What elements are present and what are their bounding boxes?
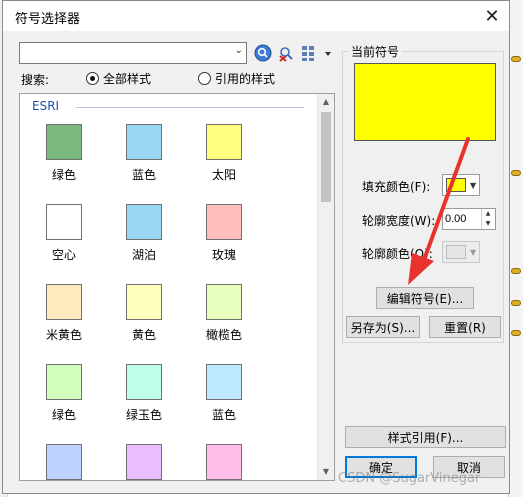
radio-indicator[interactable] [198, 72, 211, 85]
spin-down-icon[interactable]: ▼ [481, 219, 494, 229]
symbol-label: 黄色 [131, 328, 156, 342]
symbol-swatch [206, 124, 242, 160]
chevron-down-icon[interactable]: ▼ [470, 181, 476, 190]
symbol-swatch [206, 444, 242, 480]
watermark: CSDN @SugarVinegar [338, 471, 481, 486]
symbol-preview [354, 63, 496, 141]
outline-width-input[interactable] [443, 209, 481, 229]
current-symbol-title: 当前符号 [348, 43, 403, 60]
fill-color-swatch [446, 178, 466, 192]
fill-color-picker[interactable]: ▼ [442, 174, 480, 196]
outline-color-picker[interactable]: ▼ [442, 241, 480, 263]
symbol-gallery[interactable]: ESRI 绿色 蓝色 太阳 空心 湖泊 玫瑰 米黄色 黄色 橄榄色 绿色 绿玉色… [19, 93, 335, 481]
symbol-swatch [126, 444, 162, 480]
symbol-item[interactable] [24, 444, 104, 480]
symbol-swatch [206, 284, 242, 320]
symbol-item[interactable]: 蓝色 [104, 124, 184, 200]
outline-color-label: 轮廓颜色(O): [362, 247, 433, 261]
symbol-item[interactable]: 绿色 [24, 364, 104, 440]
symbol-swatch [206, 204, 242, 240]
symbol-label: 绿色 [51, 408, 76, 422]
symbol-item[interactable] [104, 444, 184, 480]
view-options-icon[interactable] [301, 45, 337, 61]
search-combo[interactable]: ⌄ [19, 42, 247, 64]
symbol-label: 湖泊 [131, 248, 156, 262]
symbol-item[interactable]: 米黄色 [24, 284, 104, 360]
symbol-item[interactable]: 绿色 [24, 124, 104, 200]
radio-all-styles[interactable]: 全部样式 [86, 70, 151, 87]
symbol-label: 绿玉色 [125, 408, 162, 422]
symbol-swatch [46, 204, 82, 240]
search-label: 搜索: [21, 73, 50, 87]
dialog-title: 符号选择器 [15, 12, 81, 27]
symbol-label: 米黄色 [45, 328, 82, 342]
symbol-swatch [206, 364, 242, 400]
outline-width-stepper[interactable]: ▲ ▼ [442, 208, 496, 230]
symbol-label: 玫瑰 [211, 248, 236, 262]
layer-icon [511, 330, 521, 336]
group-divider [76, 107, 304, 108]
symbol-swatch [46, 444, 82, 480]
vertical-scrollbar[interactable]: ▲ ▼ [317, 94, 334, 480]
symbol-item[interactable]: 黄色 [104, 284, 184, 360]
symbol-label: 太阳 [211, 168, 236, 182]
close-icon: ✕ [484, 6, 500, 26]
symbol-label: 绿色 [51, 168, 76, 182]
style-references-button[interactable]: 样式引用(F)... [345, 426, 506, 448]
symbol-swatch [46, 364, 82, 400]
symbol-item[interactable]: 蓝色 [184, 364, 264, 440]
symbol-label: 橄榄色 [205, 328, 242, 342]
symbol-swatch [126, 364, 162, 400]
radio-all-styles-label: 全部样式 [103, 72, 152, 86]
symbol-item[interactable]: 湖泊 [104, 204, 184, 280]
search-icon[interactable] [254, 44, 272, 62]
symbol-item[interactable]: 绿玉色 [104, 364, 184, 440]
background-app-right [508, 0, 523, 497]
symbol-label: 蓝色 [131, 168, 156, 182]
fill-color-label: 填充颜色(F): [362, 180, 431, 194]
symbol-item[interactable] [184, 444, 264, 480]
symbol-swatch [126, 204, 162, 240]
outline-color-swatch [446, 245, 466, 259]
symbol-item[interactable]: 玫瑰 [184, 204, 264, 280]
scroll-down-arrow-icon[interactable]: ▼ [318, 464, 334, 480]
scroll-up-arrow-icon[interactable]: ▲ [318, 94, 334, 110]
symbol-item[interactable]: 橄榄色 [184, 284, 264, 360]
symbol-swatch [126, 124, 162, 160]
close-button[interactable]: ✕ [481, 5, 503, 27]
spin-up-icon[interactable]: ▲ [481, 209, 494, 219]
scroll-thumb[interactable] [321, 112, 331, 202]
layer-icon [511, 268, 521, 274]
reset-button[interactable]: 重置(R) [429, 316, 501, 338]
edit-symbol-button[interactable]: 编辑符号(E)... [376, 287, 474, 309]
chevron-down-icon[interactable]: ⌄ [235, 45, 243, 56]
symbol-label: 蓝色 [211, 408, 236, 422]
symbol-swatch [46, 284, 82, 320]
outline-width-label: 轮廓宽度(W): [362, 214, 436, 228]
symbol-label: 空心 [51, 248, 76, 262]
save-as-button[interactable]: 另存为(S)... [346, 316, 420, 338]
radio-referenced-styles[interactable]: 引用的样式 [198, 70, 275, 87]
radio-indicator[interactable] [86, 72, 99, 85]
symbol-swatch [126, 284, 162, 320]
title-bar[interactable]: 符号选择器 ✕ [3, 1, 509, 31]
symbol-swatch [46, 124, 82, 160]
radio-referenced-styles-label: 引用的样式 [215, 72, 276, 86]
symbol-selector-dialog: 符号选择器 ✕ ⌄ 搜索: 全部样式 引用的样式 ESRI 绿色 蓝色 太阳 空… [2, 0, 510, 494]
symbol-item[interactable]: 空心 [24, 204, 104, 280]
group-header: ESRI [32, 99, 60, 113]
layer-icon [511, 56, 521, 62]
clear-search-icon[interactable] [277, 44, 295, 62]
symbol-item[interactable]: 太阳 [184, 124, 264, 200]
layer-icon [511, 170, 521, 176]
layer-icon [511, 300, 521, 306]
search-input[interactable] [20, 43, 220, 63]
chevron-down-icon[interactable]: ▼ [470, 248, 476, 257]
